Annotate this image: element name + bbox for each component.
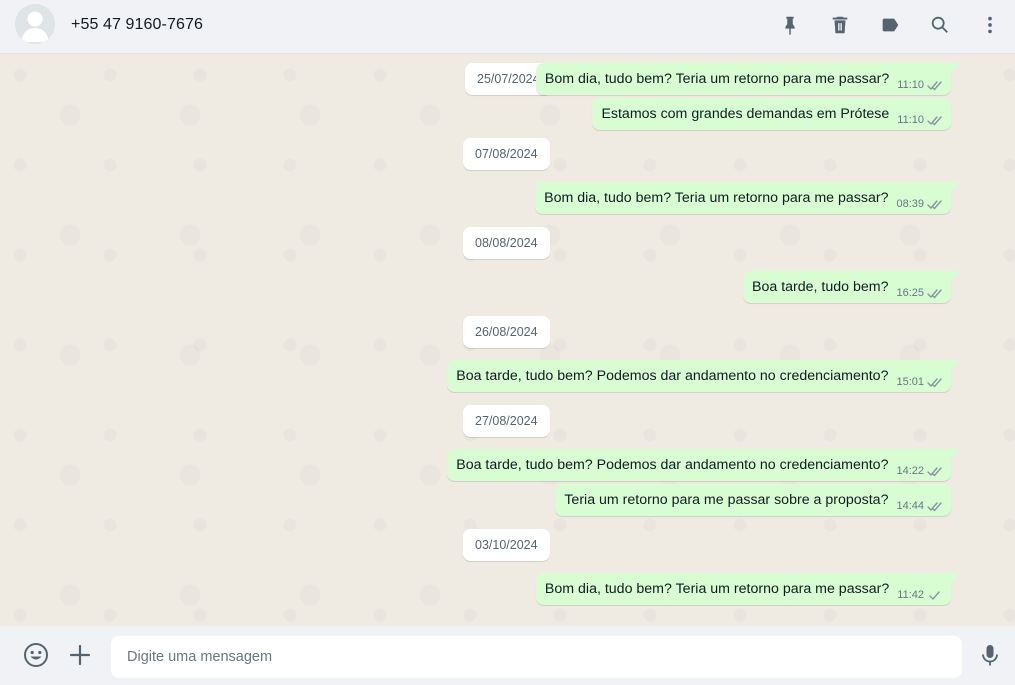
plus-icon <box>69 644 91 666</box>
emoji-icon <box>24 643 48 667</box>
message-text: Estamos com grandes demandas em Prótese <box>601 106 890 122</box>
emoji-button[interactable] <box>21 640 51 670</box>
message-meta: 11:10 <box>897 114 943 126</box>
search-button[interactable] <box>915 0 965 50</box>
single-check-icon <box>929 591 940 600</box>
date-label: 27/08/2024 <box>475 414 538 428</box>
message-meta: 15:01 <box>896 376 943 388</box>
chat-messages-area[interactable]: 25/07/2024 Bom dia, tudo bem? Teria um r… <box>0 55 1015 626</box>
message-bubble[interactable]: Boa tarde, tudo bem? Podemos dar andamen… <box>447 360 959 392</box>
delete-button[interactable] <box>815 0 865 50</box>
attach-button[interactable] <box>65 640 95 670</box>
message-time: 11:42 <box>897 589 924 601</box>
contact-avatar[interactable] <box>15 4 55 44</box>
message-time: 14:44 <box>896 500 924 512</box>
message-input[interactable] <box>111 636 962 678</box>
message-text: Boa tarde, tudo bem? Podemos dar andamen… <box>456 457 889 473</box>
message-time: 11:10 <box>897 114 924 126</box>
message-meta: 14:44 <box>896 500 943 512</box>
default-avatar-icon <box>15 4 55 44</box>
double-check-icon <box>927 378 942 388</box>
microphone-icon <box>982 645 998 666</box>
message-text: Teria um retorno para me passar sobre a … <box>564 492 889 508</box>
chat-header: +55 47 9160-7676 <box>0 0 1015 54</box>
message-meta: 16:25 <box>896 287 943 299</box>
message-bubble[interactable]: Bom dia, tudo bem? Teria um retorno para… <box>535 63 960 95</box>
date-label: 08/08/2024 <box>475 236 538 250</box>
date-label: 26/08/2024 <box>475 325 538 339</box>
menu-button[interactable] <box>965 0 1015 50</box>
message-bubble[interactable]: Bom dia, tudo bem? Teria um retorno para… <box>535 573 960 605</box>
message-time: 11:10 <box>897 79 924 91</box>
voice-message-button[interactable] <box>975 640 1005 670</box>
date-label: 03/10/2024 <box>475 538 538 552</box>
message-text: Boa tarde, tudo bem? Podemos dar andamen… <box>456 368 889 384</box>
message-meta: 11:10 <box>897 79 943 91</box>
date-separator: 26/08/2024 <box>463 316 550 348</box>
message-text: Bom dia, tudo bem? Teria um retorno para… <box>544 581 890 597</box>
menu-icon <box>988 16 992 34</box>
message-bubble[interactable]: Boa tarde, tudo bem? Podemos dar andamen… <box>447 449 959 481</box>
date-label: 25/07/2024 <box>477 72 540 86</box>
double-check-icon <box>927 81 942 91</box>
message-bubble[interactable]: Teria um retorno para me passar sobre a … <box>555 484 951 516</box>
double-check-icon <box>927 467 942 477</box>
label-button[interactable] <box>865 0 915 50</box>
message-text: Bom dia, tudo bem? Teria um retorno para… <box>544 190 889 206</box>
message-meta: 14:22 <box>896 465 943 477</box>
search-icon <box>931 16 948 33</box>
message-text: Boa tarde, tudo bem? <box>752 279 889 295</box>
date-label: 07/08/2024 <box>475 147 538 161</box>
message-time: 14:22 <box>896 465 924 477</box>
message-bubble[interactable]: Estamos com grandes demandas em Prótese … <box>592 98 951 130</box>
double-check-icon <box>927 289 942 299</box>
double-check-icon <box>927 200 942 210</box>
double-check-icon <box>927 116 942 126</box>
compose-bar <box>0 626 1015 685</box>
pin-icon <box>785 16 795 36</box>
message-text: Bom dia, tudo bem? Teria um retorno para… <box>544 71 890 87</box>
contact-name[interactable]: +55 47 9160-7676 <box>71 16 203 34</box>
double-check-icon <box>927 502 942 512</box>
message-time: 08:39 <box>896 198 924 210</box>
message-meta: 11:42 <box>897 589 943 601</box>
label-icon <box>882 18 899 32</box>
message-meta: 08:39 <box>896 198 943 210</box>
message-bubble[interactable]: Boa tarde, tudo bem? 16:25 <box>743 271 959 303</box>
date-separator: 27/08/2024 <box>463 405 550 437</box>
date-separator: 08/08/2024 <box>463 227 550 259</box>
delete-icon <box>832 16 848 34</box>
message-bubble[interactable]: Bom dia, tudo bem? Teria um retorno para… <box>535 182 959 214</box>
message-time: 16:25 <box>896 287 924 299</box>
message-time: 15:01 <box>896 376 924 388</box>
date-separator: 07/08/2024 <box>463 138 550 170</box>
date-separator: 03/10/2024 <box>463 529 550 561</box>
header-actions <box>765 0 1015 50</box>
pin-button[interactable] <box>765 0 815 50</box>
